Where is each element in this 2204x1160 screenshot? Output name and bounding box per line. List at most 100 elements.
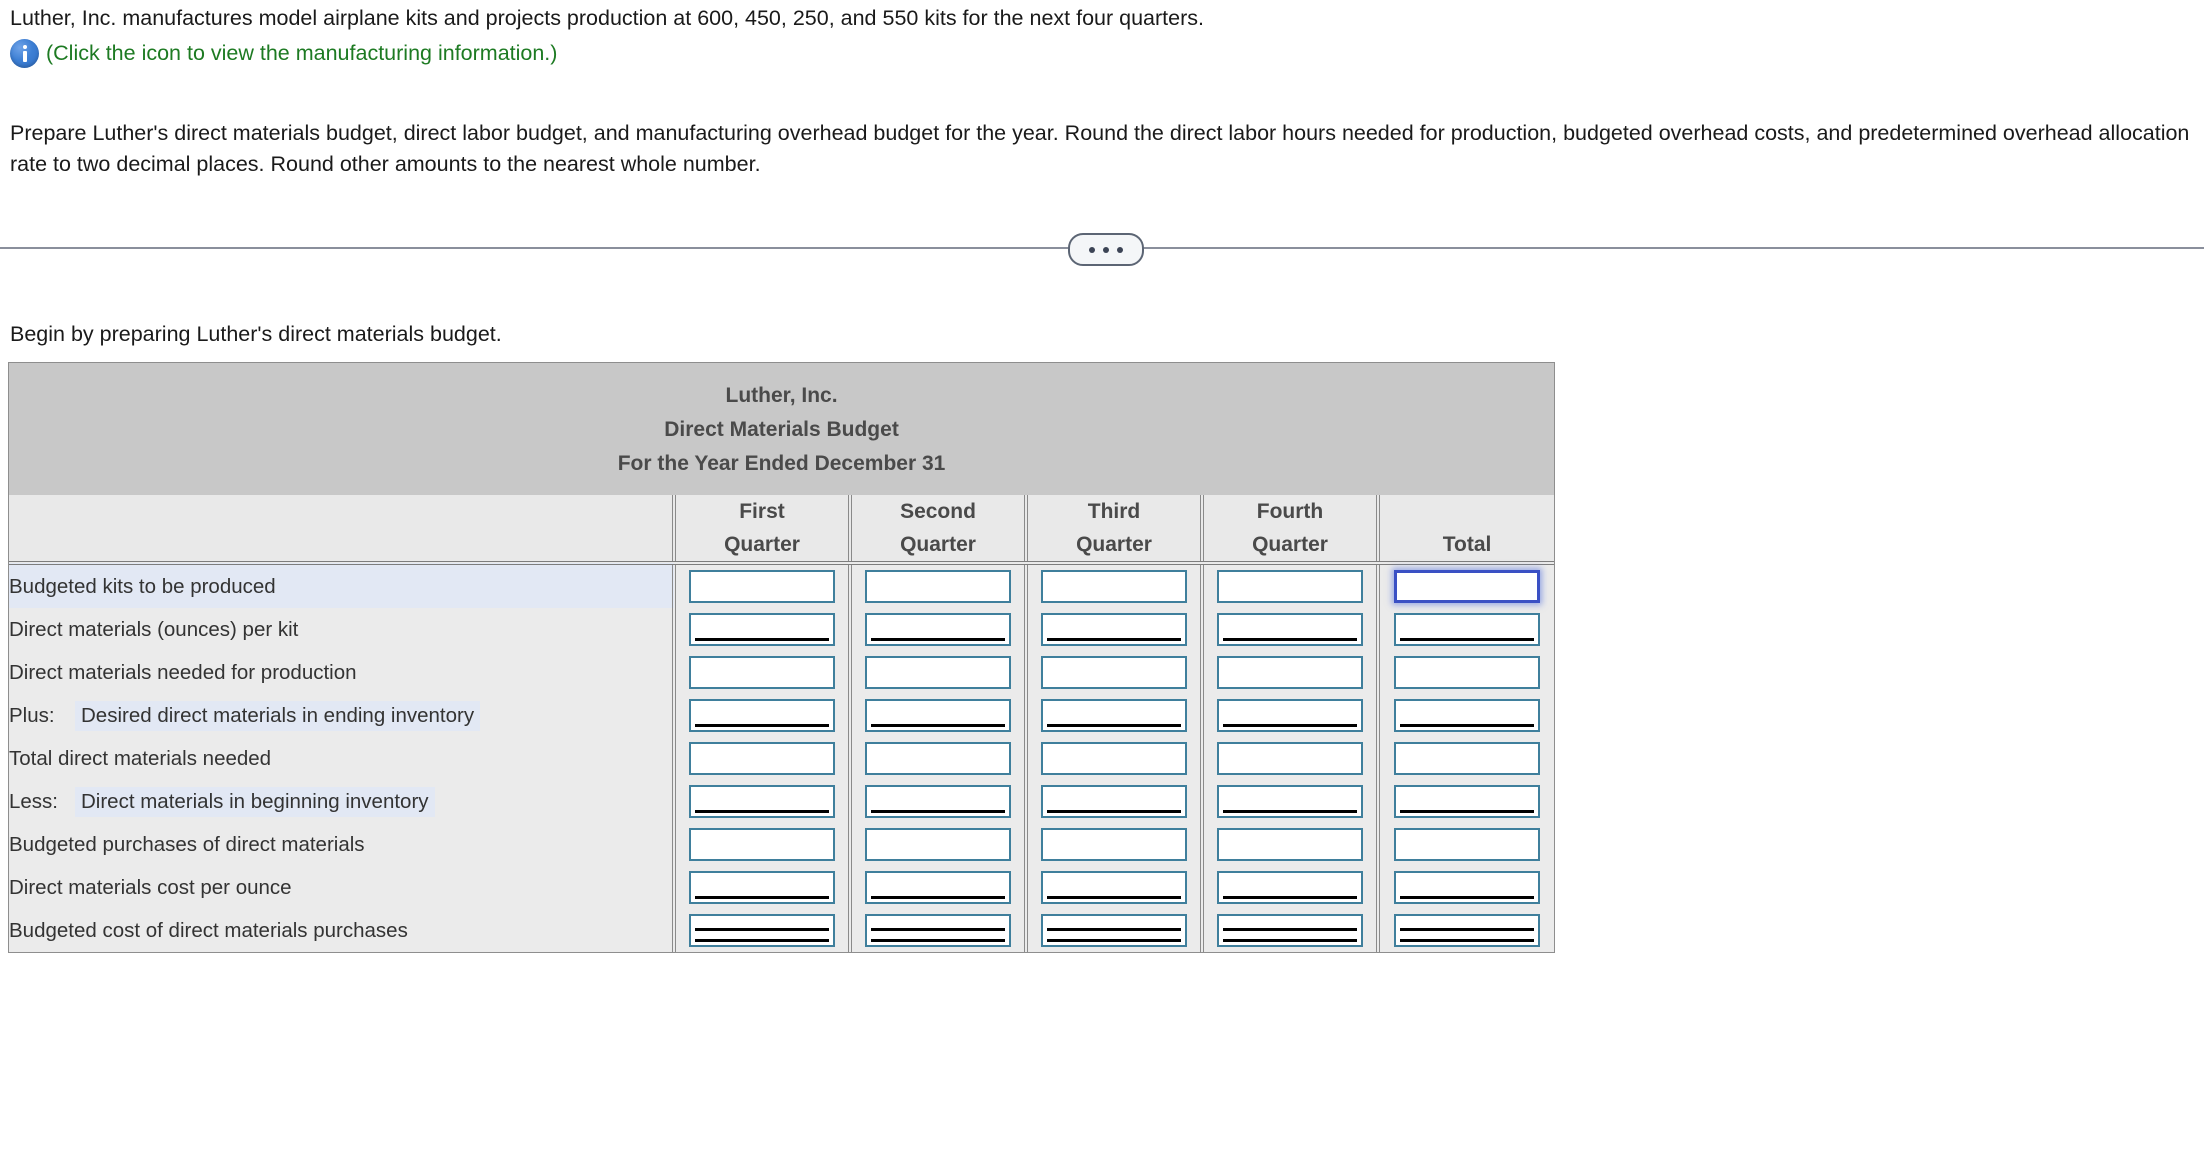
- cell-dm-needed-total[interactable]: [1375, 651, 1555, 694]
- input-budgeted-kits-q2[interactable]: [865, 570, 1011, 603]
- input-total-dm-total[interactable]: [1394, 742, 1541, 775]
- input-cost-per-ounce-q3[interactable]: [1041, 871, 1187, 904]
- input-total-dm-q3[interactable]: [1041, 742, 1187, 775]
- cell-budgeted-kits-q4[interactable]: [1200, 563, 1378, 608]
- input-budgeted-purchases-q1[interactable]: [689, 828, 835, 861]
- input-desired-ending-q3[interactable]: [1041, 699, 1187, 732]
- cell-budgeted-cost-q2[interactable]: [848, 909, 1026, 952]
- input-beginning-inv-q3[interactable]: [1041, 785, 1187, 818]
- input-budgeted-purchases-q2[interactable]: [865, 828, 1011, 861]
- cell-total-dm-q1[interactable]: [672, 737, 850, 780]
- cell-total-dm-q4[interactable]: [1200, 737, 1378, 780]
- cell-desired-ending-total[interactable]: [1375, 694, 1555, 737]
- input-budgeted-cost-q2[interactable]: [865, 914, 1011, 947]
- input-budgeted-cost-q1[interactable]: [689, 914, 835, 947]
- cell-beginning-inv-q4[interactable]: [1200, 780, 1378, 823]
- input-budgeted-purchases-q3[interactable]: [1041, 828, 1187, 861]
- cell-budgeted-purchases-q4[interactable]: [1200, 823, 1378, 866]
- input-budgeted-kits-q1[interactable]: [689, 570, 835, 603]
- input-dm-per-kit-q2[interactable]: [865, 613, 1011, 646]
- info-icon-row[interactable]: (Click the icon to view the manufacturin…: [10, 38, 2200, 68]
- cell-desired-ending-q3[interactable]: [1024, 694, 1202, 737]
- info-icon-link[interactable]: (Click the icon to view the manufacturin…: [46, 39, 557, 68]
- input-budgeted-kits-q3[interactable]: [1041, 570, 1187, 603]
- cell-beginning-inv-q2[interactable]: [848, 780, 1026, 823]
- input-cost-per-ounce-q2[interactable]: [865, 871, 1011, 904]
- input-beginning-inv-q1[interactable]: [689, 785, 835, 818]
- cell-desired-ending-q1[interactable]: [672, 694, 850, 737]
- input-budgeted-cost-q3[interactable]: [1041, 914, 1187, 947]
- input-beginning-inv-total[interactable]: [1394, 785, 1541, 818]
- cell-dm-per-kit-q1[interactable]: [672, 608, 850, 651]
- input-desired-ending-q4[interactable]: [1217, 699, 1363, 732]
- cell-budgeted-kits-q2[interactable]: [848, 563, 1026, 608]
- input-desired-ending-q1[interactable]: [689, 699, 835, 732]
- cell-budgeted-cost-q3[interactable]: [1024, 909, 1202, 952]
- header-total-line2: Total: [1375, 528, 1555, 565]
- cell-budgeted-cost-total[interactable]: [1375, 909, 1555, 952]
- input-budgeted-purchases-q4[interactable]: [1217, 828, 1363, 861]
- cell-dm-needed-q1[interactable]: [672, 651, 850, 694]
- input-total-dm-q2[interactable]: [865, 742, 1011, 775]
- cell-total-dm-q3[interactable]: [1024, 737, 1202, 780]
- row-label-dm-ounces-per-kit: Direct materials (ounces) per kit: [9, 608, 674, 651]
- row-label-desired-ending-inventory: Plus: Desired direct materials in ending …: [9, 694, 674, 737]
- input-cost-per-ounce-q4[interactable]: [1217, 871, 1363, 904]
- cell-cost-per-ounce-q4[interactable]: [1200, 866, 1378, 909]
- input-dm-per-kit-q4[interactable]: [1217, 613, 1363, 646]
- cell-budgeted-purchases-q1[interactable]: [672, 823, 850, 866]
- input-cost-per-ounce-total[interactable]: [1394, 871, 1541, 904]
- input-dm-needed-q4[interactable]: [1217, 656, 1363, 689]
- input-budgeted-kits-total[interactable]: [1394, 570, 1541, 603]
- input-dm-needed-total[interactable]: [1394, 656, 1541, 689]
- cell-cost-per-ounce-q1[interactable]: [672, 866, 850, 909]
- cell-dm-needed-q3[interactable]: [1024, 651, 1202, 694]
- input-desired-ending-q2[interactable]: [865, 699, 1011, 732]
- input-cost-per-ounce-q1[interactable]: [689, 871, 835, 904]
- input-dm-needed-q1[interactable]: [689, 656, 835, 689]
- cell-budgeted-kits-q3[interactable]: [1024, 563, 1202, 608]
- input-beginning-inv-q2[interactable]: [865, 785, 1011, 818]
- cell-dm-per-kit-q3[interactable]: [1024, 608, 1202, 651]
- input-dm-per-kit-q1[interactable]: [689, 613, 835, 646]
- cell-budgeted-cost-q1[interactable]: [672, 909, 850, 952]
- cell-beginning-inv-q3[interactable]: [1024, 780, 1202, 823]
- header-q3-line1: Third: [1024, 495, 1202, 528]
- cell-desired-ending-q2[interactable]: [848, 694, 1026, 737]
- input-dm-per-kit-q3[interactable]: [1041, 613, 1187, 646]
- cell-beginning-inv-q1[interactable]: [672, 780, 850, 823]
- info-icon[interactable]: [10, 38, 39, 68]
- cell-total-dm-q2[interactable]: [848, 737, 1026, 780]
- input-budgeted-cost-q4[interactable]: [1217, 914, 1363, 947]
- cell-cost-per-ounce-total[interactable]: [1375, 866, 1555, 909]
- cell-budgeted-cost-q4[interactable]: [1200, 909, 1378, 952]
- cell-dm-per-kit-q2[interactable]: [848, 608, 1026, 651]
- dot-icon: [1089, 246, 1095, 253]
- cell-desired-ending-q4[interactable]: [1200, 694, 1378, 737]
- cell-dm-needed-q4[interactable]: [1200, 651, 1378, 694]
- input-budgeted-cost-total[interactable]: [1394, 914, 1541, 947]
- cell-budgeted-purchases-total[interactable]: [1375, 823, 1555, 866]
- input-dm-needed-q2[interactable]: [865, 656, 1011, 689]
- cell-cost-per-ounce-q2[interactable]: [848, 866, 1026, 909]
- input-dm-per-kit-total[interactable]: [1394, 613, 1541, 646]
- cell-budgeted-kits-q1[interactable]: [672, 563, 850, 608]
- more-options-button[interactable]: [1068, 233, 1144, 266]
- input-desired-ending-total[interactable]: [1394, 699, 1541, 732]
- cell-dm-needed-q2[interactable]: [848, 651, 1026, 694]
- cell-dm-per-kit-total[interactable]: [1375, 608, 1555, 651]
- cell-dm-per-kit-q4[interactable]: [1200, 608, 1378, 651]
- input-budgeted-kits-q4[interactable]: [1217, 570, 1363, 603]
- cell-budgeted-purchases-q2[interactable]: [848, 823, 1026, 866]
- input-total-dm-q1[interactable]: [689, 742, 835, 775]
- cell-budgeted-kits-total[interactable]: [1375, 563, 1555, 608]
- input-budgeted-purchases-total[interactable]: [1394, 828, 1541, 861]
- cell-total-dm-total[interactable]: [1375, 737, 1555, 780]
- header-q1-line2: Quarter: [672, 528, 850, 565]
- input-total-dm-q4[interactable]: [1217, 742, 1363, 775]
- input-beginning-inv-q4[interactable]: [1217, 785, 1363, 818]
- cell-cost-per-ounce-q3[interactable]: [1024, 866, 1202, 909]
- cell-budgeted-purchases-q3[interactable]: [1024, 823, 1202, 866]
- cell-beginning-inv-total[interactable]: [1375, 780, 1555, 823]
- input-dm-needed-q3[interactable]: [1041, 656, 1187, 689]
